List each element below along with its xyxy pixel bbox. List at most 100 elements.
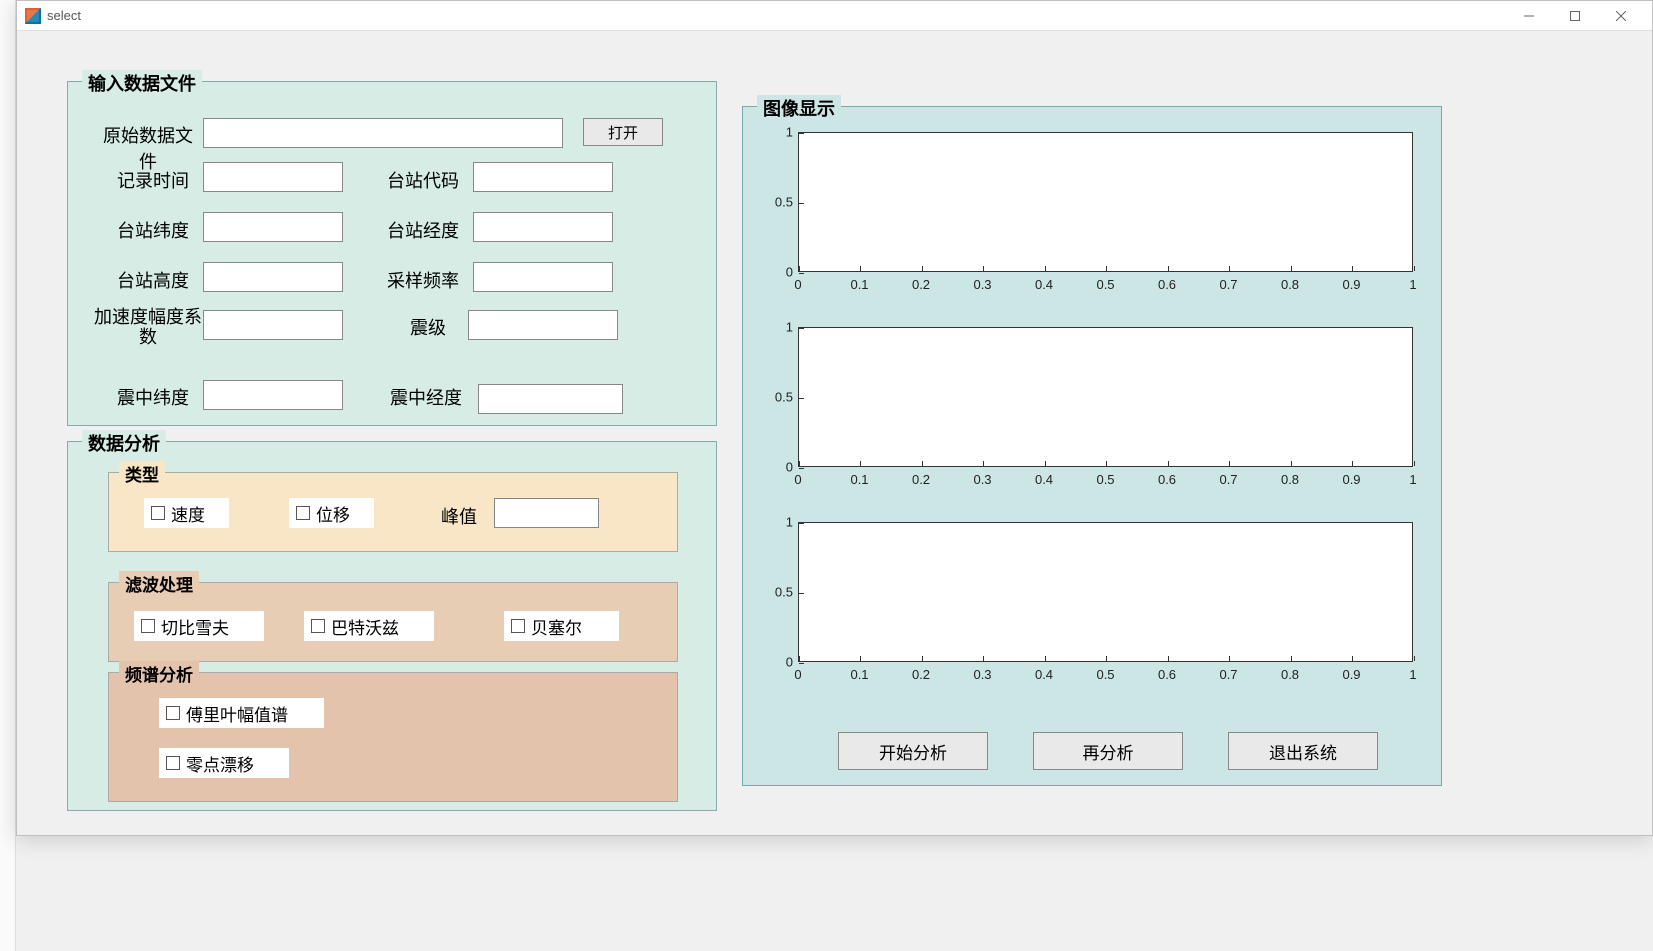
close-button[interactable] xyxy=(1598,1,1644,31)
sample-freq-label: 采样频率 xyxy=(378,267,468,293)
displacement-label: 位移 xyxy=(316,501,350,526)
x-tick-label: 0.6 xyxy=(1158,667,1176,682)
displacement-checkbox[interactable]: 位移 xyxy=(289,498,374,528)
x-tick-label: 0.8 xyxy=(1281,667,1299,682)
fourier-label: 傅里叶幅值谱 xyxy=(186,701,288,726)
x-tick-label: 0.5 xyxy=(1096,667,1114,682)
checkbox-icon xyxy=(511,619,525,633)
chebyshev-checkbox[interactable]: 切比雪夫 xyxy=(134,611,264,641)
fourier-checkbox[interactable]: 傅里叶幅值谱 xyxy=(159,698,324,728)
y-tick-label: 0 xyxy=(763,655,793,670)
station-alt-label: 台站高度 xyxy=(108,267,198,293)
x-tick-label: 0.7 xyxy=(1219,472,1237,487)
peak-input[interactable] xyxy=(494,498,599,528)
x-tick-label: 0.4 xyxy=(1035,472,1053,487)
minimize-button[interactable] xyxy=(1506,1,1552,31)
app-window: select 输入数据文件 原始数据文件 打开 记录时间 台站代码 台站纬度 台… xyxy=(16,0,1653,836)
x-tick-label: 0.2 xyxy=(912,277,930,292)
client-area: 输入数据文件 原始数据文件 打开 记录时间 台站代码 台站纬度 台站经度 台站高… xyxy=(17,31,1652,835)
y-tick-label: 0 xyxy=(763,265,793,280)
checkbox-icon xyxy=(166,756,180,770)
axes-plot xyxy=(798,327,1413,467)
spectrum-legend: 频谱分析 xyxy=(119,661,199,686)
window-controls xyxy=(1506,1,1644,31)
butterworth-label: 巴特沃兹 xyxy=(331,614,399,639)
zerodrift-checkbox[interactable]: 零点漂移 xyxy=(159,748,289,778)
x-tick-label: 0.4 xyxy=(1035,667,1053,682)
station-lat-input[interactable] xyxy=(203,212,343,242)
x-tick-label: 0.2 xyxy=(912,472,930,487)
maximize-button[interactable] xyxy=(1552,1,1598,31)
start-analysis-button[interactable]: 开始分析 xyxy=(838,732,988,770)
type-legend: 类型 xyxy=(119,461,165,486)
raw-file-input[interactable] xyxy=(203,118,563,148)
x-tick-label: 0.3 xyxy=(973,472,991,487)
x-tick-label: 1 xyxy=(1409,277,1416,292)
station-lon-input[interactable] xyxy=(473,212,613,242)
station-lat-label: 台站纬度 xyxy=(108,217,198,243)
x-tick-label: 0 xyxy=(794,277,801,292)
epi-lat-input[interactable] xyxy=(203,380,343,410)
station-code-label: 台站代码 xyxy=(378,167,468,193)
x-tick-label: 1 xyxy=(1409,667,1416,682)
x-tick-label: 0.7 xyxy=(1219,277,1237,292)
x-tick-label: 0.1 xyxy=(850,667,868,682)
magnitude-input[interactable] xyxy=(468,310,618,340)
x-tick-label: 0 xyxy=(794,472,801,487)
axes-1[interactable]: 00.5100.10.20.30.40.50.60.70.80.91 xyxy=(798,132,1413,272)
data-analysis-panel: 数据分析 类型 速度 位移 峰值 滤波处理 切比雪夫 xyxy=(67,441,717,811)
magnitude-label: 震级 xyxy=(398,314,458,340)
y-tick-label: 0 xyxy=(763,460,793,475)
filter-legend: 滤波处理 xyxy=(119,571,199,596)
type-subpanel: 类型 速度 位移 峰值 xyxy=(108,472,678,552)
image-display-panel: 图像显示 00.5100.10.20.30.40.50.60.70.80.91 … xyxy=(742,106,1442,786)
checkbox-icon xyxy=(151,506,165,520)
x-tick-label: 0.2 xyxy=(912,667,930,682)
sample-freq-input[interactable] xyxy=(473,262,613,292)
x-tick-label: 0.8 xyxy=(1281,472,1299,487)
x-tick-label: 0.6 xyxy=(1158,277,1176,292)
x-tick-label: 0.9 xyxy=(1342,277,1360,292)
station-alt-input[interactable] xyxy=(203,262,343,292)
bessel-checkbox[interactable]: 贝塞尔 xyxy=(504,611,619,641)
input-data-panel: 输入数据文件 原始数据文件 打开 记录时间 台站代码 台站纬度 台站经度 台站高… xyxy=(67,81,717,426)
titlebar: select xyxy=(17,1,1652,31)
x-tick-label: 0.9 xyxy=(1342,472,1360,487)
axes-2[interactable]: 00.5100.10.20.30.40.50.60.70.80.91 xyxy=(798,327,1413,467)
y-tick-label: 1 xyxy=(763,125,793,140)
input-panel-legend: 输入数据文件 xyxy=(82,70,202,96)
butterworth-checkbox[interactable]: 巴特沃兹 xyxy=(304,611,434,641)
axes-plot xyxy=(798,132,1413,272)
accel-coef-input[interactable] xyxy=(203,310,343,340)
peak-label: 峰值 xyxy=(429,503,489,529)
station-code-input[interactable] xyxy=(473,162,613,192)
axes-plot xyxy=(798,522,1413,662)
window-title: select xyxy=(47,8,1506,23)
exit-system-button[interactable]: 退出系统 xyxy=(1228,732,1378,770)
x-tick-label: 0.5 xyxy=(1096,277,1114,292)
analysis-panel-legend: 数据分析 xyxy=(82,430,166,456)
epi-lat-label: 震中纬度 xyxy=(108,384,198,410)
y-tick-label: 0.5 xyxy=(763,585,793,600)
checkbox-icon xyxy=(296,506,310,520)
velocity-label: 速度 xyxy=(171,501,205,526)
y-tick-label: 1 xyxy=(763,320,793,335)
record-time-input[interactable] xyxy=(203,162,343,192)
x-tick-label: 0.1 xyxy=(850,277,868,292)
axes-3[interactable]: 00.5100.10.20.30.40.50.60.70.80.91 xyxy=(798,522,1413,662)
x-tick-label: 1 xyxy=(1409,472,1416,487)
x-tick-label: 0.3 xyxy=(973,667,991,682)
spectrum-subpanel: 频谱分析 傅里叶幅值谱 零点漂移 xyxy=(108,672,678,802)
epi-lon-label: 震中经度 xyxy=(381,384,471,410)
epi-lon-input[interactable] xyxy=(478,384,623,414)
matlab-icon xyxy=(25,8,41,24)
record-time-label: 记录时间 xyxy=(108,167,198,193)
x-tick-label: 0.1 xyxy=(850,472,868,487)
x-tick-label: 0.9 xyxy=(1342,667,1360,682)
x-tick-label: 0.6 xyxy=(1158,472,1176,487)
velocity-checkbox[interactable]: 速度 xyxy=(144,498,229,528)
x-tick-label: 0.3 xyxy=(973,277,991,292)
reanalyze-button[interactable]: 再分析 xyxy=(1033,732,1183,770)
open-button[interactable]: 打开 xyxy=(583,118,663,146)
y-tick-label: 0.5 xyxy=(763,195,793,210)
